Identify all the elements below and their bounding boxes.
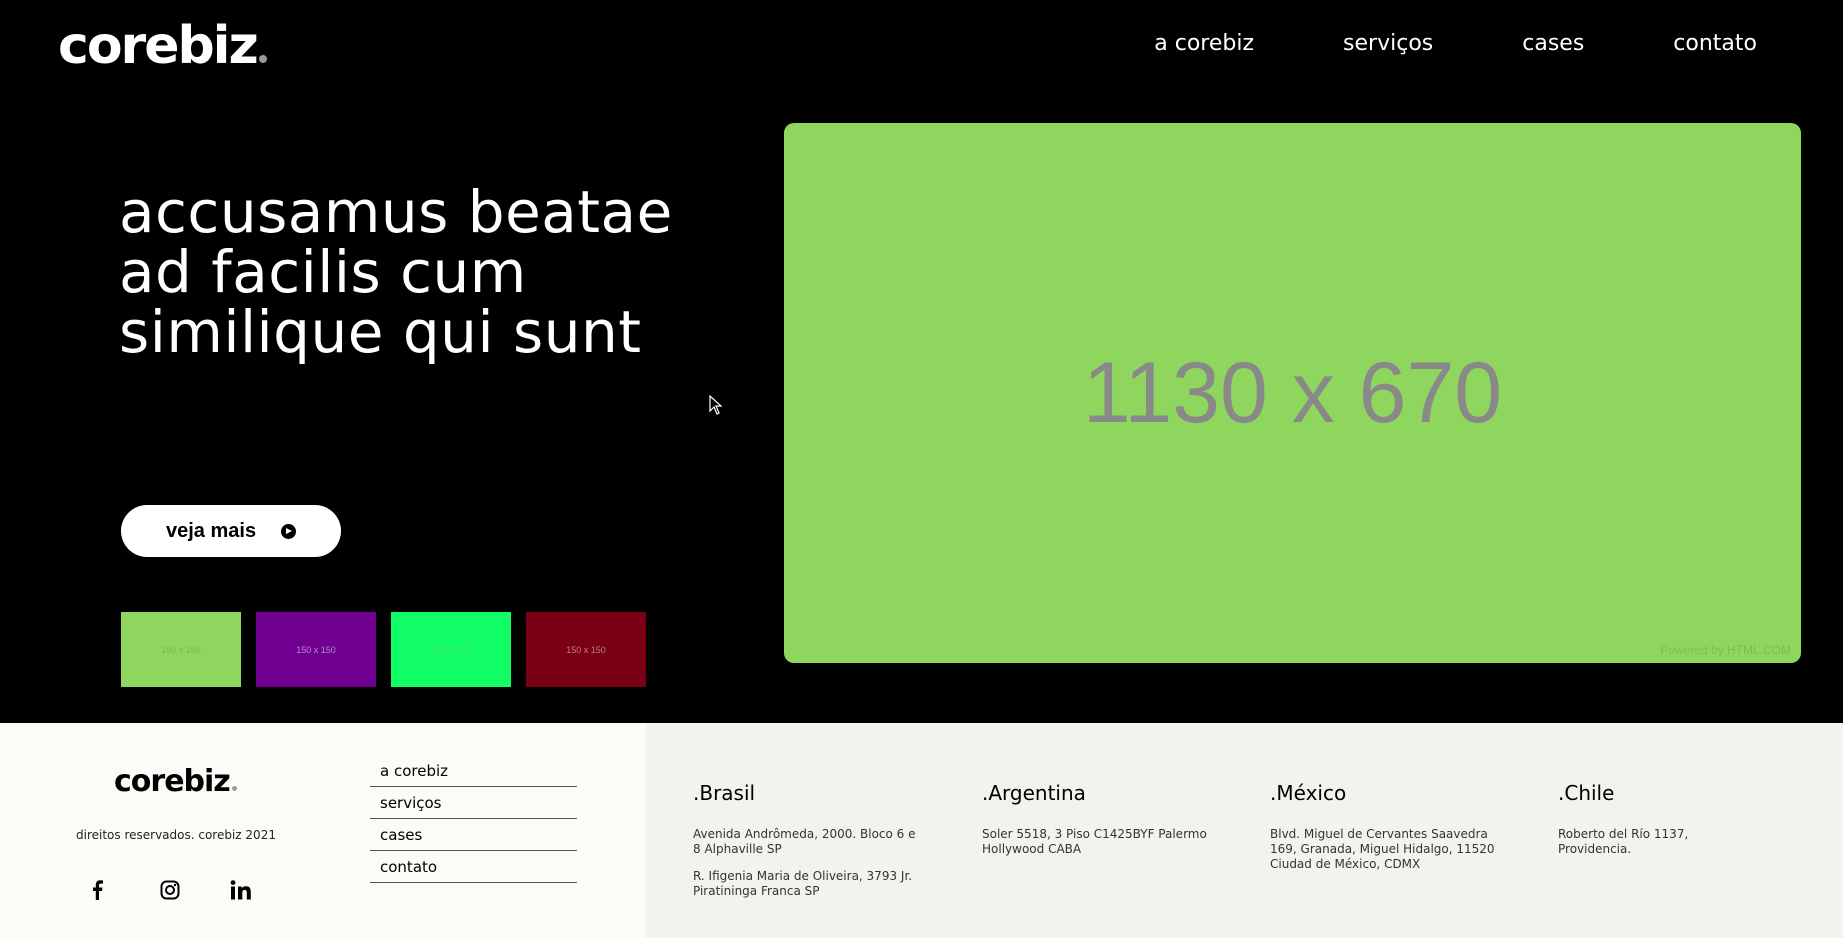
office-name: .Brasil — [693, 781, 756, 805]
office-chile: .Chile Roberto del Río 1137, Providencia… — [1558, 781, 1708, 869]
office-address: Soler 5518, 3 Piso C1425BYF Palermo Holl… — [982, 827, 1207, 856]
footer-nav: a corebiz serviços cases contato — [370, 755, 577, 883]
nav-link-contato[interactable]: contato — [1673, 30, 1757, 58]
office-address: Roberto del Río 1137, Providencia. — [1558, 827, 1689, 856]
thumbnail-3[interactable]: 150 x 150 — [391, 612, 511, 687]
linkedin-icon[interactable] — [230, 875, 300, 905]
thumbnail-label: 150 x 150 — [566, 644, 606, 655]
logo-text: corebiz — [58, 16, 259, 76]
veja-mais-button[interactable]: veja mais — [121, 505, 341, 557]
footer-nav-contato[interactable]: contato — [370, 851, 577, 883]
footer-nav-servicos[interactable]: serviços — [370, 787, 577, 819]
footer-logo-text: corebiz — [114, 764, 231, 799]
thumbnail-label: 150 x 150 — [431, 644, 471, 655]
mouse-cursor-icon — [709, 395, 723, 415]
arrow-right-circle-icon — [281, 524, 296, 539]
thumbnail-label: 150 x 150 — [296, 644, 336, 655]
office-name: .Argentina — [982, 781, 1086, 805]
logo-dot — [231, 786, 237, 791]
hero-image-label: 1130 x 670 — [1082, 344, 1503, 441]
nav-link-a-corebiz[interactable]: a corebiz — [1154, 30, 1254, 58]
office-brasil: .Brasil Avenida Andrômeda, 2000. Bloco 6… — [693, 781, 923, 911]
nav-link-cases[interactable]: cases — [1522, 30, 1584, 58]
facebook-icon[interactable] — [90, 875, 160, 905]
thumbnail-4[interactable]: 150 x 150 — [526, 612, 646, 687]
footer-nav-cases[interactable]: cases — [370, 819, 577, 851]
office-argentina: .Argentina Soler 5518, 3 Piso C1425BYF P… — [982, 781, 1212, 869]
office-address: Blvd. Miguel de Cervantes Saavedra 169, … — [1270, 827, 1495, 871]
logo-dot — [258, 55, 267, 63]
office-mexico: .México Blvd. Miguel de Cervantes Saaved… — [1270, 781, 1500, 884]
thumbnail-strip: 150 x 150 150 x 150 150 x 150 150 x 150 — [121, 612, 646, 687]
hero-title: accusamus beatae ad facilis cum similiqu… — [119, 178, 673, 366]
footer-offices: .Brasil Avenida Andrômeda, 2000. Bloco 6… — [646, 723, 1843, 938]
thumbnail-label: 150 x 150 — [161, 644, 201, 655]
instagram-icon[interactable] — [160, 875, 230, 905]
footer-logo[interactable]: corebiz — [114, 765, 237, 799]
nav-link-servicos[interactable]: serviços — [1343, 30, 1433, 58]
hero-image-placeholder: 1130 x 670 Powered by HTML.COM — [784, 123, 1801, 663]
hero-image-credit: Powered by HTML.COM — [1660, 643, 1791, 657]
cta-label: veja mais — [166, 519, 257, 542]
thumbnail-2[interactable]: 150 x 150 — [256, 612, 376, 687]
main-nav: a corebiz serviços cases contato — [1154, 30, 1757, 58]
office-address: Avenida Andrômeda, 2000. Bloco 6 e 8 Alp… — [693, 827, 916, 856]
corebiz-logo[interactable]: corebiz — [58, 16, 267, 76]
office-address: R. Ifigenia Maria de Oliveira, 3793 Jr. … — [693, 869, 913, 898]
footer-nav-a-corebiz[interactable]: a corebiz — [370, 755, 577, 787]
footer-left: corebiz direitos reservados. corebiz 202… — [0, 723, 646, 938]
office-name: .Chile — [1558, 781, 1615, 805]
social-links — [90, 875, 300, 905]
office-name: .México — [1270, 781, 1347, 805]
thumbnail-1[interactable]: 150 x 150 — [121, 612, 241, 687]
copyright-text: direitos reservados. corebiz 2021 — [76, 828, 276, 842]
